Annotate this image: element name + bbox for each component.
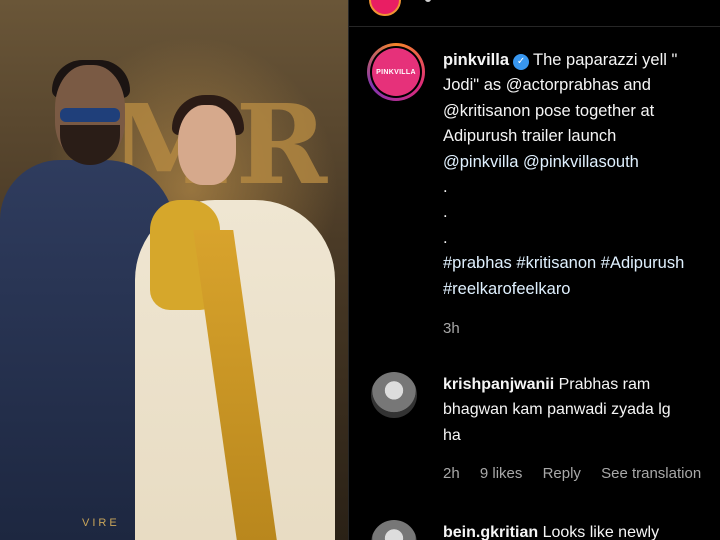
comment-text: ha [443, 426, 461, 444]
comment-text: bhagwan kam panwadi zyada lg [443, 401, 671, 419]
comment-text: Looks like newly [542, 524, 660, 540]
post-timestamp: 3h [443, 320, 460, 337]
caption-line: . [443, 203, 448, 222]
comment: bein.gkritian Looks like newly [443, 520, 720, 540]
media-watermark: VIRE [82, 517, 120, 529]
pinkvilla-logo: PINKVILLA [372, 48, 420, 96]
commenter-username[interactable]: krishpanjwanii [443, 376, 554, 393]
comments-panel: PINKVILLA pinkvilla ✓ The paparazzi yell "… [349, 0, 720, 540]
post-header-strip [349, 0, 720, 27]
comment-meta: 2h 9 likes Reply See translation [443, 465, 717, 482]
commenter-avatar[interactable] [371, 372, 417, 418]
caption-line: @kritisanon pose together at [443, 101, 655, 120]
caption-hashtags[interactable]: #reelkarofeelkaro [443, 280, 571, 298]
verified-badge-icon: ✓ [513, 54, 530, 70]
post-caption: pinkvilla ✓ The paparazzi yell " Jodi" as … [443, 48, 720, 302]
caption-line: Adipurush trailer launch [443, 127, 617, 146]
caption-line: The paparazzi yell " [533, 51, 678, 69]
header-avatar[interactable] [369, 0, 401, 16]
man-sunglasses [60, 108, 120, 122]
header-dot-icon [425, 0, 431, 2]
commenter-username[interactable]: bein.gkritian [443, 524, 538, 540]
author-avatar[interactable]: PINKVILLA [367, 43, 425, 101]
caption-line: . [443, 177, 448, 196]
see-translation-button[interactable]: See translation [601, 465, 701, 482]
comment-text: Prabhas ram [558, 376, 651, 393]
comment: krishpanjwanii Prabhas ram bhagwan kam p… [443, 372, 720, 448]
comment-likes[interactable]: 9 likes [480, 465, 523, 482]
post-media-image[interactable]: MR VIRE [0, 0, 348, 540]
commenter-avatar[interactable] [371, 520, 417, 540]
comment-time: 2h [443, 465, 460, 482]
caption-mentions[interactable]: @pinkvilla @pinkvillasouth [443, 153, 639, 171]
reply-button[interactable]: Reply [543, 465, 581, 482]
caption-line: . [443, 228, 448, 247]
woman-head [178, 105, 236, 185]
author-username[interactable]: pinkvilla [443, 51, 509, 69]
caption-hashtags[interactable]: #prabhas #kritisanon #Adipurush [443, 254, 684, 272]
caption-line: Jodi" as @actorprabhas and [443, 76, 651, 95]
